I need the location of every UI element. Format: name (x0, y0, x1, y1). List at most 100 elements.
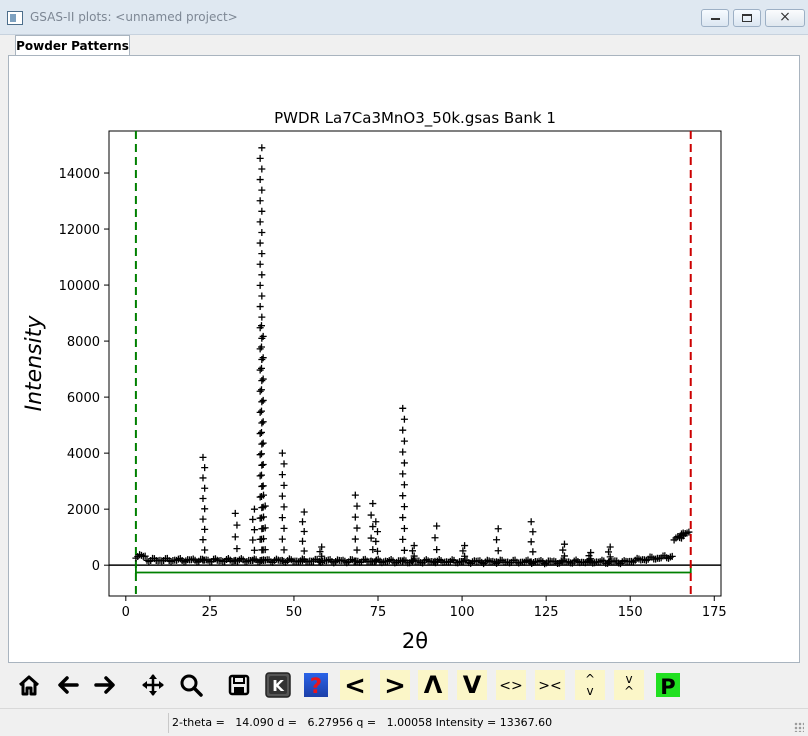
observed-point (257, 364, 265, 372)
observed-point (256, 239, 264, 247)
observed-point (527, 518, 535, 526)
home-button[interactable] (14, 670, 44, 700)
observed-point (410, 542, 418, 550)
observed-point (353, 546, 361, 554)
svg-text:P: P (660, 675, 675, 698)
observed-point (258, 207, 266, 215)
observed-point (199, 515, 207, 523)
observed-point (605, 548, 613, 556)
observed-point (400, 524, 408, 532)
cursor-readout: 2-theta = 14.090 d = 6.27956 q = 1.00058… (172, 716, 553, 729)
observed-point (256, 303, 264, 311)
magnifier-icon (180, 674, 203, 697)
observed-point (258, 228, 266, 236)
x-tick-label: 175 (702, 605, 727, 620)
publish-button[interactable]: P (653, 670, 683, 700)
observed-point (278, 535, 286, 543)
close-button[interactable]: × (765, 9, 805, 27)
observed-point (231, 533, 239, 541)
back-button[interactable] (53, 670, 83, 700)
observed-point (280, 503, 288, 511)
observed-point (353, 524, 361, 532)
shift-left-icon: < (344, 671, 366, 699)
forward-button[interactable] (90, 670, 120, 700)
plot-panel[interactable]: PWDR La7Ca3MnO3_50k.gsas Bank 1 0 25 50 75 10… (8, 55, 800, 663)
shift-left-button[interactable]: < (340, 670, 370, 700)
observed-point (433, 546, 441, 554)
observed-point (399, 448, 407, 456)
tab-powder-patterns[interactable]: Powder Patterns (15, 35, 130, 56)
shift-right-button[interactable]: > (380, 670, 410, 700)
expand-y-icon: ^v (585, 672, 595, 698)
pan-button[interactable] (138, 670, 168, 700)
y-tick-label: 14000 (59, 167, 100, 182)
observed-point (258, 419, 266, 427)
svg-text:Λ: Λ (424, 671, 443, 699)
observed-point (256, 451, 264, 459)
x-axis-label: 2θ (402, 629, 428, 653)
observed-point (249, 515, 257, 523)
observed-point (299, 537, 307, 545)
key-button[interactable]: K (263, 670, 293, 700)
contract-y-button[interactable]: v ^ (614, 670, 644, 700)
observed-point (278, 492, 286, 500)
observed-point (399, 470, 407, 478)
observed-point (493, 536, 501, 544)
observed-point (372, 537, 380, 545)
svg-text:K: K (272, 677, 285, 695)
y-tick-label: 6000 (67, 391, 100, 406)
x-tick-label: 75 (370, 605, 387, 620)
observed-point (527, 538, 535, 546)
observed-point (258, 165, 266, 173)
observed-point (258, 144, 266, 152)
observed-point (529, 528, 537, 536)
observed-point (300, 508, 308, 516)
expand-y-button[interactable]: ^ v (575, 670, 605, 700)
home-icon (19, 675, 39, 696)
observed-point (367, 534, 375, 542)
observed-point (374, 547, 382, 555)
observed-point (256, 260, 264, 268)
shift-up-button[interactable]: Λ (418, 670, 448, 700)
help-button[interactable]: ? (301, 670, 331, 700)
expand-x-button[interactable]: <> (496, 670, 526, 700)
observed-point (369, 500, 377, 508)
observed-point (201, 546, 209, 554)
resize-grip[interactable] (794, 722, 804, 732)
y-tick-label: 4000 (67, 447, 100, 462)
observed-point (258, 271, 266, 279)
observed-point (606, 543, 614, 551)
svg-text:><: >< (538, 678, 561, 694)
maximize-button[interactable] (733, 9, 761, 27)
observed-point (259, 482, 267, 490)
svg-text:^: ^ (624, 684, 634, 698)
observed-point (494, 547, 502, 555)
observed-point (399, 426, 407, 434)
powder-pattern-chart[interactable]: PWDR La7Ca3MnO3_50k.gsas Bank 1 0 25 50 75 10… (9, 56, 799, 662)
zoom-button[interactable] (176, 670, 206, 700)
observed-point (256, 472, 264, 480)
observed-points (132, 144, 693, 568)
observed-point (316, 548, 324, 556)
arrow-left-icon (58, 676, 79, 694)
observed-point (351, 513, 359, 521)
minimize-button[interactable] (701, 9, 729, 27)
observed-point (201, 464, 209, 472)
y-tick-label: 10000 (59, 279, 100, 294)
observed-point (257, 386, 265, 394)
chart-title: PWDR La7Ca3MnO3_50k.gsas Bank 1 (274, 109, 556, 128)
save-button[interactable] (224, 670, 254, 700)
observed-point (199, 495, 207, 503)
y-tick-label: 8000 (67, 335, 100, 350)
observed-point (233, 521, 241, 529)
observed-point (300, 547, 308, 555)
observed-point (374, 528, 382, 536)
contract-x-button[interactable]: >< (535, 670, 565, 700)
observed-point (318, 543, 326, 551)
contract-y-icon: v^ (624, 672, 634, 698)
observed-point (250, 505, 258, 513)
shift-down-button[interactable]: V (457, 670, 487, 700)
observed-point (400, 437, 408, 445)
observed-point (560, 540, 568, 548)
observed-point (399, 514, 407, 522)
